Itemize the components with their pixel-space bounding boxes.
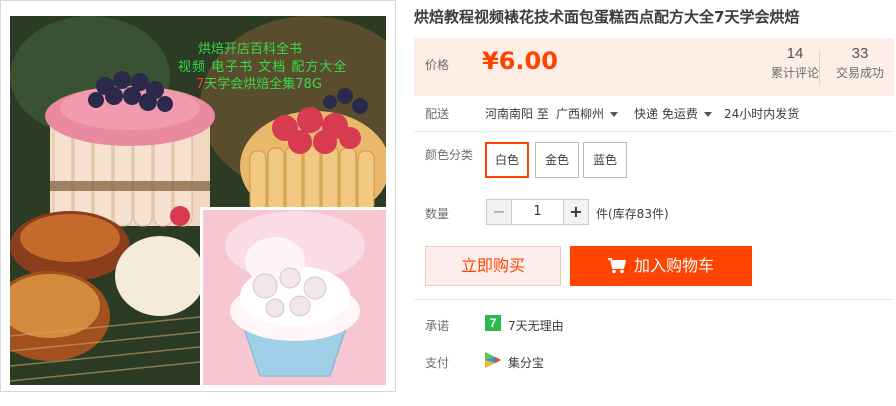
stock-text: 件(库存83件) [596, 207, 669, 221]
reviews-stat[interactable]: 14 累计评论 [767, 45, 823, 81]
color-option-white[interactable]: 白色 [485, 142, 529, 178]
product-image[interactable]: 烘焙开店百科全书 视频 电子书 文档 配方大全 7天学会烘焙全集78G [10, 16, 386, 385]
stat-divider [819, 52, 820, 84]
seven-day-return-icon: 7 [485, 315, 501, 331]
ship-method-dropdown[interactable]: 快递 免运费 [634, 105, 712, 122]
quantity-decrease-button[interactable]: − [486, 199, 512, 225]
jifenbao-icon [485, 352, 501, 368]
quantity-input[interactable]: 1 [512, 199, 563, 225]
shipping-label: 配送 [425, 107, 450, 121]
overlay-line-3-text: 天学会烘焙全集78G [204, 77, 322, 92]
sales-count: 33 [851, 45, 869, 62]
color-option-gold[interactable]: 金色 [535, 142, 579, 178]
ship-dispatch: 24小时内发货 [724, 107, 800, 121]
ship-to-dropdown[interactable]: 广西柳州 [556, 105, 619, 122]
chevron-down-icon [703, 112, 712, 117]
cart-icon [607, 258, 627, 274]
buy-now-button[interactable]: 立即购买 [425, 246, 561, 286]
add-to-cart-label: 加入购物车 [633, 256, 714, 275]
payment-label: 支付 [425, 356, 450, 370]
price-panel: 价格 ¥6.00 14 累计评论 33 交易成功 [414, 38, 894, 96]
reviews-count: 14 [786, 45, 804, 62]
payment-text[interactable]: 集分宝 [508, 354, 544, 371]
overlay-line-3: 7天学会烘焙全集78G [196, 73, 386, 92]
overlay-line-1: 烘焙开店百科全书 [198, 42, 303, 57]
product-title: 烘焙教程视频裱花技术面包蛋糕西点配方大全7天学会烘焙 [414, 8, 800, 26]
chevron-down-icon [610, 112, 619, 117]
quantity-label: 数量 [425, 207, 450, 221]
color-label: 颜色分类 [425, 148, 474, 162]
sales-label: 交易成功 [835, 66, 884, 80]
color-option-blue[interactable]: 蓝色 [583, 142, 627, 178]
sales-stat: 33 交易成功 [832, 45, 888, 81]
promise-label: 承诺 [425, 319, 450, 333]
promise-text[interactable]: 7天无理由 [508, 317, 564, 334]
ship-from: 河南南阳 至 [485, 107, 549, 121]
product-image-frame: 烘焙开店百科全书 视频 电子书 文档 配方大全 7天学会烘焙全集78G [0, 0, 396, 392]
ship-to-text: 广西柳州 [556, 107, 605, 121]
reviews-label: 累计评论 [770, 66, 819, 80]
ship-method-text: 快递 免运费 [634, 107, 698, 121]
divider [414, 299, 894, 300]
price-value: ¥6.00 [482, 47, 558, 75]
divider [414, 131, 894, 132]
add-to-cart-button[interactable]: 加入购物车 [570, 246, 752, 286]
price-label: 价格 [425, 58, 450, 72]
quantity-increase-button[interactable]: + [563, 199, 589, 225]
